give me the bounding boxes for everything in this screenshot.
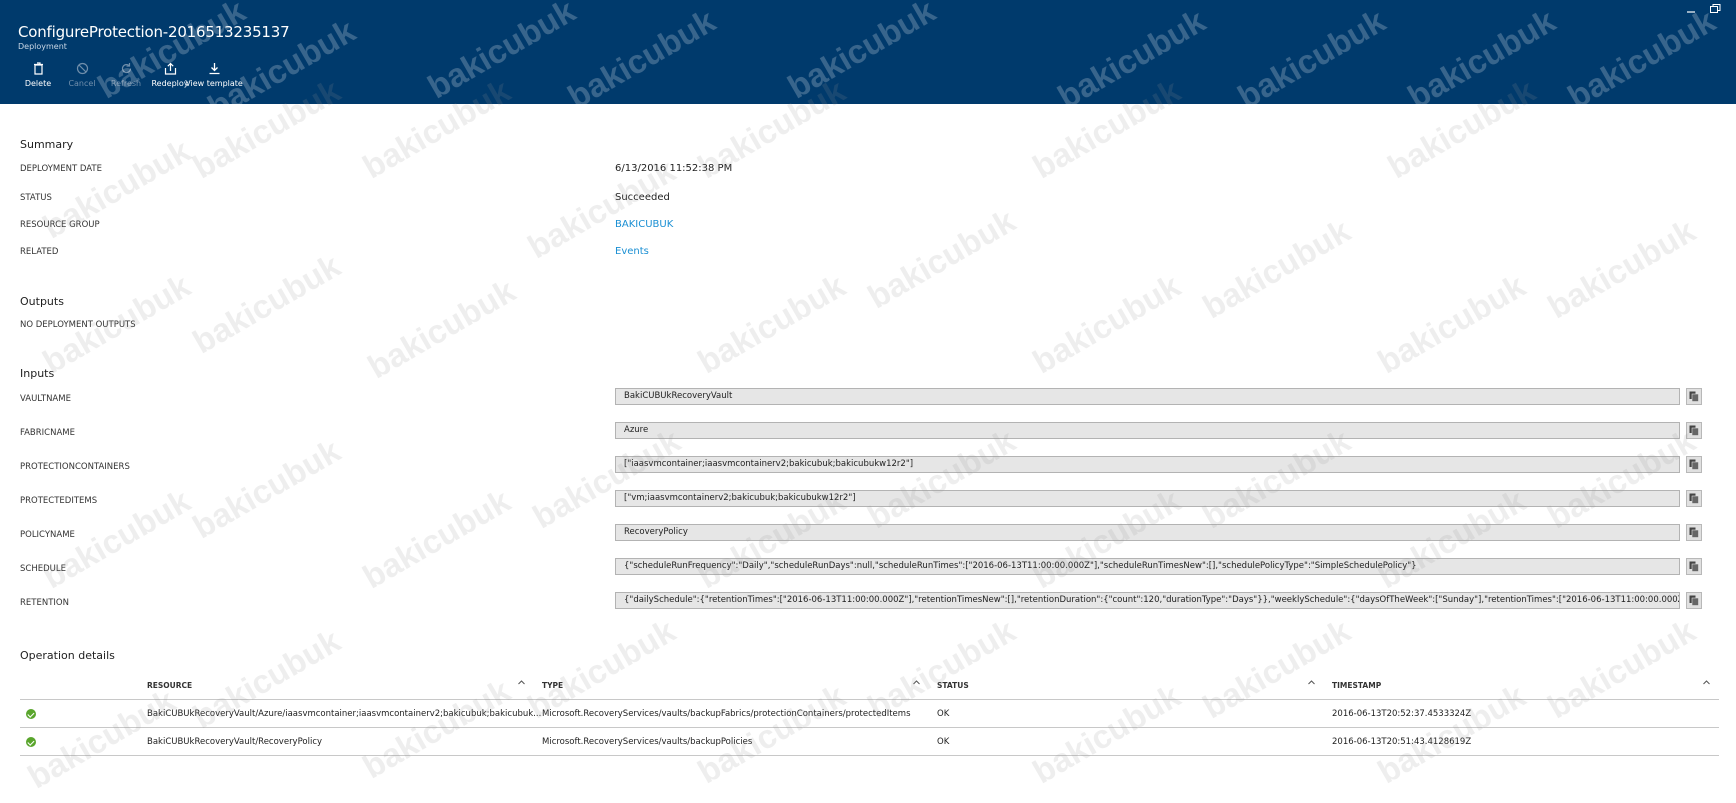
deployment-date-label: DEPLOYMENT DATE: [20, 164, 102, 174]
policyname-field[interactable]: RecoveryPolicy: [615, 524, 1680, 541]
protecteditems-label: PROTECTEDITEMS: [20, 496, 98, 506]
delete-button[interactable]: Delete: [16, 62, 60, 88]
watermark: bakicubuk: [421, 0, 582, 106]
resource-group-label: RESOURCE GROUP: [20, 220, 100, 230]
blade-subtitle: Deployment: [18, 42, 67, 51]
cancel-icon: [76, 62, 88, 75]
type-cell: Microsoft.RecoveryServices/vaults/backup…: [542, 709, 911, 719]
watermark: bakicubuk: [691, 266, 852, 381]
copy-icon: [1689, 561, 1699, 572]
copy-button[interactable]: [1686, 422, 1702, 439]
deployment-date-value: 6/13/2016 11:52:38 PM: [615, 163, 733, 174]
watermark: bakicubuk: [1231, 1, 1392, 116]
restore-icon[interactable]: [1708, 3, 1722, 15]
download-icon: [209, 63, 219, 75]
timestamp-cell: 2016-06-13T20:51:43.4128619Z: [1332, 737, 1472, 747]
status-value: Succeeded: [615, 192, 670, 203]
resource-cell: BakiCUBUkRecoveryVault/Azure/iaasvmconta…: [147, 709, 542, 719]
column-header-status[interactable]: STATUS: [937, 681, 969, 690]
table-row[interactable]: BakiCUBUkRecoveryVault/Azure/iaasvmconta…: [20, 700, 1719, 728]
fabricname-label: FABRICNAME: [20, 428, 75, 438]
sort-chevron-icon[interactable]: [517, 678, 526, 687]
status-label: STATUS: [20, 193, 52, 203]
copy-button[interactable]: [1686, 592, 1702, 609]
sort-chevron-icon[interactable]: [912, 678, 921, 687]
protecteditems-field[interactable]: ["vm;iaasvmcontainerv2;bakicubuk;bakicub…: [615, 490, 1680, 507]
copy-icon: [1689, 391, 1699, 402]
watermark: bakicubuk: [186, 246, 347, 361]
outputs-heading: Outputs: [20, 295, 64, 308]
copy-icon: [1689, 493, 1699, 504]
timestamp-cell: 2016-06-13T20:52:37.4533324Z: [1332, 709, 1472, 719]
sort-chevron-icon[interactable]: [1702, 678, 1711, 687]
no-outputs-text: NO DEPLOYMENT OUTPUTS: [20, 320, 136, 330]
copy-button[interactable]: [1686, 524, 1702, 541]
schedule-label: SCHEDULE: [20, 564, 66, 574]
copy-button[interactable]: [1686, 456, 1702, 473]
watermark: bakicubuk: [561, 1, 722, 116]
column-header-type[interactable]: TYPE: [542, 681, 563, 690]
grid-header: RESOURCE TYPE STATUS TIMESTAMP: [20, 670, 1719, 700]
watermark: bakicubuk: [186, 431, 347, 546]
watermark: bakicubuk: [1541, 211, 1702, 326]
fabricname-field[interactable]: Azure: [615, 422, 1680, 439]
type-cell: Microsoft.RecoveryServices/vaults/backup…: [542, 737, 753, 747]
schedule-field[interactable]: {"scheduleRunFrequency":"Daily","schedul…: [615, 558, 1680, 575]
watermark: bakicubuk: [861, 201, 1022, 316]
resource-group-link[interactable]: BAKICUBUK: [615, 219, 673, 230]
watermark: bakicubuk: [1561, 1, 1722, 116]
watermark: bakicubuk: [356, 481, 517, 596]
watermark: bakicubuk: [1051, 1, 1212, 116]
policyname-label: POLICYNAME: [20, 530, 75, 540]
events-link[interactable]: Events: [615, 246, 649, 257]
related-label: RELATED: [20, 247, 59, 257]
vaultname-label: VAULTNAME: [20, 394, 71, 404]
protectioncontainers-field[interactable]: ["iaasvmcontainer;iaasvmcontainerv2;baki…: [615, 456, 1680, 473]
success-check-icon: [26, 709, 36, 719]
redeploy-label: Redeploy: [151, 79, 189, 88]
resource-cell: BakiCUBUkRecoveryVault/RecoveryPolicy: [147, 737, 323, 747]
status-cell: OK: [937, 709, 950, 719]
trash-icon: [33, 62, 43, 75]
copy-button[interactable]: [1686, 558, 1702, 575]
watermark: bakicubuk: [361, 271, 522, 386]
watermark: bakicubuk: [1371, 266, 1532, 381]
vaultname-field[interactable]: BakiCUBUkRecoveryVault: [615, 388, 1680, 405]
copy-icon: [1689, 527, 1699, 538]
watermark: bakicubuk: [781, 0, 942, 106]
inputs-heading: Inputs: [20, 367, 55, 380]
copy-button[interactable]: [1686, 490, 1702, 507]
protectioncontainers-label: PROTECTIONCONTAINERS: [20, 462, 130, 472]
operation-details-heading: Operation details: [20, 649, 115, 662]
watermark: bakicubuk: [1401, 1, 1562, 116]
sort-chevron-icon[interactable]: [1307, 678, 1316, 687]
retention-field[interactable]: {"dailySchedule":{"retentionTimes":["201…: [615, 592, 1680, 609]
summary-heading: Summary: [20, 138, 74, 151]
table-row[interactable]: BakiCUBUkRecoveryVault/RecoveryPolicy Mi…: [20, 728, 1719, 756]
status-cell: OK: [937, 737, 950, 747]
copy-icon: [1689, 595, 1699, 606]
blade-header: ConfigureProtection-2016513235137 Deploy…: [0, 0, 1736, 125]
operations-grid: RESOURCE TYPE STATUS TIMESTAMP BakiCUBUk…: [20, 670, 1719, 756]
cancel-label: Cancel: [68, 79, 96, 88]
success-check-icon: [26, 737, 36, 747]
copy-icon: [1689, 459, 1699, 470]
column-header-resource[interactable]: RESOURCE: [147, 681, 192, 690]
copy-button[interactable]: [1686, 388, 1702, 405]
watermark: bakicubuk: [1196, 211, 1357, 326]
watermark: bakicubuk: [1026, 266, 1187, 381]
copy-icon: [1689, 425, 1699, 436]
delete-label: Delete: [24, 79, 52, 88]
column-header-timestamp[interactable]: TIMESTAMP: [1332, 681, 1381, 690]
retention-label: RETENTION: [20, 598, 69, 608]
